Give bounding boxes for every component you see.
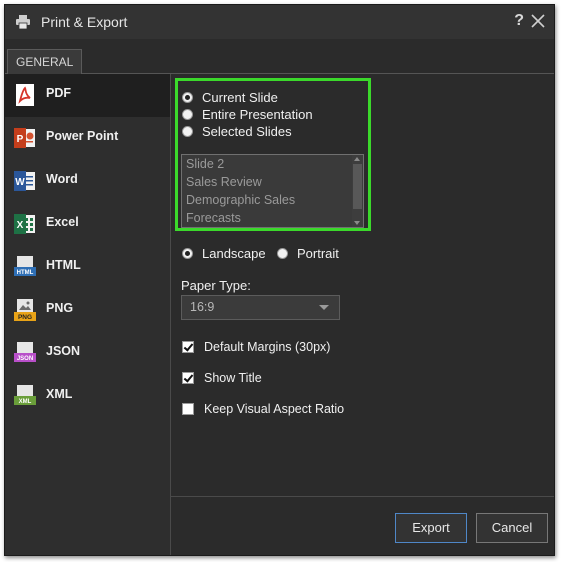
radio-current-slide[interactable]: Current Slide [182, 90, 278, 105]
list-item[interactable]: Forecasts [182, 209, 363, 227]
sidebar-item-powerpoint[interactable]: P Power Point [5, 117, 170, 160]
sidebar-item-label: HTML [46, 258, 81, 272]
paper-type-value: 16:9 [190, 300, 215, 314]
sidebar-item-pdf[interactable]: PDF [5, 74, 170, 117]
checkbox[interactable] [182, 403, 194, 415]
export-format-sidebar: PDF P Power Point W Word X Excel HTML HT… [5, 74, 171, 555]
sidebar-item-label: JSON [46, 344, 81, 358]
radio-button[interactable] [182, 92, 193, 103]
checkbox-default-margins[interactable]: Default Margins (30px) [182, 340, 330, 354]
dialog-title: Print & Export [41, 14, 128, 30]
list-item[interactable]: Demographic Sales [182, 191, 363, 209]
title-bar: Print & Export ? [5, 5, 554, 39]
print-export-dialog: Print & Export ? GENERAL PDF P Power Poi… [4, 4, 555, 556]
radio-label: Selected Slides [202, 124, 292, 139]
sidebar-item-label: Excel [46, 215, 79, 229]
svg-text:X: X [17, 220, 24, 231]
png-icon: PNG [14, 299, 36, 321]
listbox-scrollbar[interactable] [352, 155, 363, 227]
printer-icon [16, 15, 30, 30]
sidebar-item-xml[interactable]: XML XML [5, 375, 170, 418]
json-icon-text: JSON [17, 356, 33, 362]
sidebar-item-label: Power Point [46, 129, 119, 143]
powerpoint-icon: P [14, 128, 35, 148]
pdf-icon [16, 84, 34, 106]
scrollbar-thumb[interactable] [353, 164, 362, 209]
excel-icon: X [14, 214, 35, 234]
sidebar-item-excel[interactable]: X Excel [5, 203, 170, 246]
xml-icon-text: XML [19, 399, 32, 405]
radio-button[interactable] [182, 248, 193, 259]
sidebar-item-label: Word [46, 172, 78, 186]
radio-landscape[interactable]: Landscape [182, 246, 266, 261]
scroll-up-icon[interactable] [354, 157, 360, 161]
export-button[interactable]: Export [395, 513, 467, 543]
sidebar-item-json[interactable]: JSON JSON [5, 332, 170, 375]
checkbox-label: Keep Visual Aspect Ratio [204, 402, 345, 416]
sidebar-item-label: XML [46, 387, 73, 401]
paper-type-select[interactable]: 16:9 [181, 295, 340, 320]
dialog-footer: Export Cancel [171, 496, 554, 555]
sidebar-item-label: PDF [46, 86, 71, 100]
sidebar-item-label: PNG [46, 301, 74, 315]
radio-label: Landscape [202, 246, 266, 261]
json-icon: JSON [14, 342, 36, 362]
radio-portrait[interactable]: Portrait [277, 246, 339, 261]
xml-icon: XML [14, 385, 36, 405]
tab-general[interactable]: GENERAL [7, 49, 83, 74]
scroll-down-icon[interactable] [354, 221, 360, 225]
paper-type-label: Paper Type: [181, 278, 251, 293]
list-item[interactable]: Sales Review [182, 173, 363, 191]
radio-label: Portrait [297, 246, 339, 261]
html-icon-text: HTML [17, 270, 34, 276]
radio-selected-slides[interactable]: Selected Slides [182, 124, 292, 139]
checkbox-label: Default Margins (30px) [204, 340, 331, 354]
export-options-panel: Current Slide Entire Presentation Select… [171, 74, 554, 497]
radio-button[interactable] [182, 109, 193, 120]
png-icon-text: PNG [18, 314, 32, 321]
checkbox[interactable] [182, 341, 194, 353]
radio-label: Current Slide [202, 90, 278, 105]
radio-entire-presentation[interactable]: Entire Presentation [182, 107, 313, 122]
sidebar-item-html[interactable]: HTML HTML [5, 246, 170, 289]
radio-label: Entire Presentation [202, 107, 313, 122]
sidebar-item-word[interactable]: W Word [5, 160, 170, 203]
sidebar-item-png[interactable]: PNG PNG [5, 289, 170, 332]
checkbox-keep-aspect-ratio[interactable]: Keep Visual Aspect Ratio [182, 402, 344, 416]
svg-text:P: P [17, 134, 24, 145]
tab-bar: GENERAL [5, 39, 554, 74]
chevron-down-icon [319, 305, 329, 310]
slides-listbox[interactable]: Slide 2 Sales Review Demographic Sales F… [181, 154, 364, 228]
list-item[interactable]: Slide 2 [182, 155, 363, 173]
checkbox-label: Show Title [204, 371, 262, 385]
help-button[interactable]: ? [514, 12, 524, 30]
checkbox-show-title[interactable]: Show Title [182, 371, 262, 385]
radio-button[interactable] [277, 248, 288, 259]
html-icon: HTML [14, 256, 36, 276]
cancel-button[interactable]: Cancel [476, 513, 548, 543]
close-icon[interactable] [529, 12, 547, 30]
svg-text:W: W [15, 177, 25, 188]
word-icon: W [14, 171, 35, 191]
checkbox[interactable] [182, 372, 194, 384]
radio-button[interactable] [182, 126, 193, 137]
